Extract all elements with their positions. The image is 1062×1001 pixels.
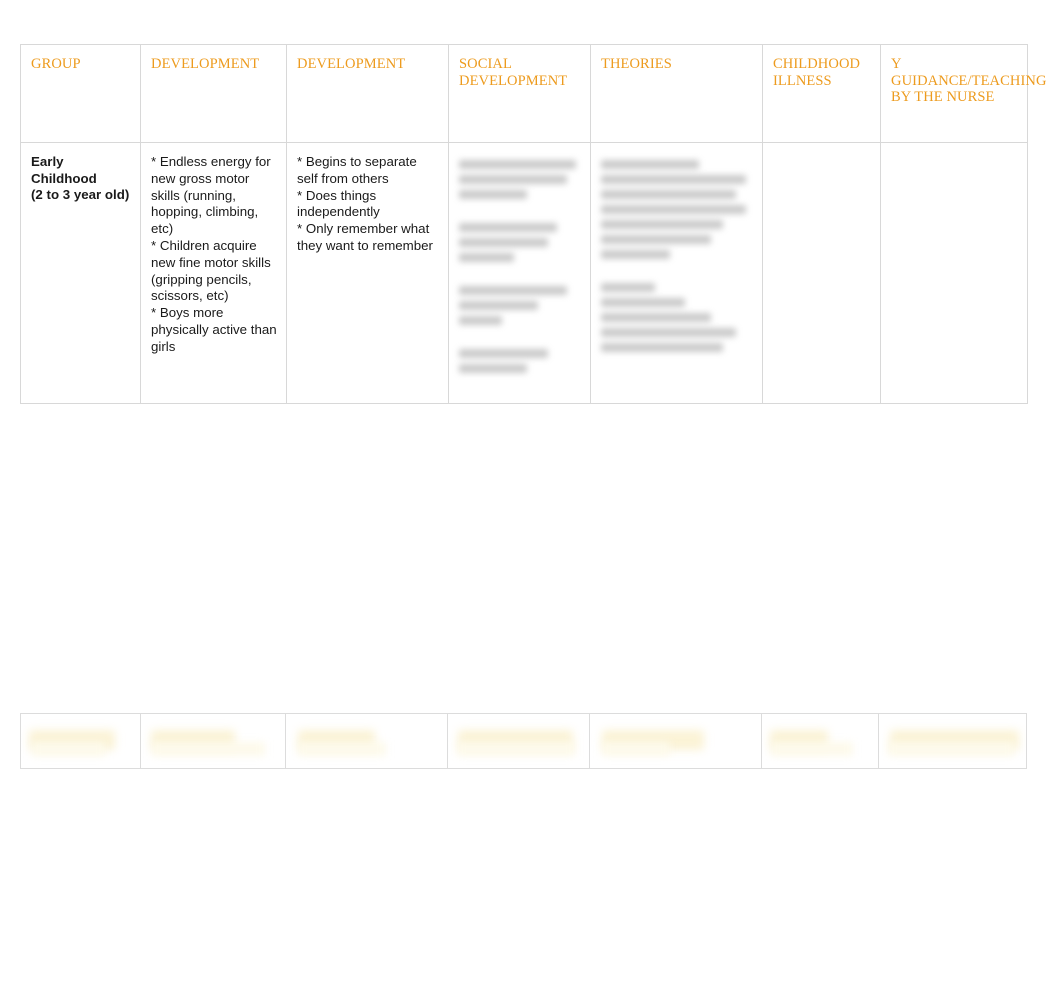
column-header-theories: THEORIES [590,44,763,143]
cell-development-2-text: * Begins to separate self from others * … [297,154,433,253]
column-header-label: DEVELOPMENT [151,56,260,72]
bottom-strip-cell [286,714,449,768]
redacted-highlight [31,742,106,757]
redacted-highlight [888,742,1015,757]
redacted-highlight [152,742,266,757]
cell-childhood-illness [762,142,881,404]
column-header-label: CHILDHOOD ILLNESS [773,56,861,89]
bottom-redacted-strip [20,713,1027,769]
redacted-content-theories [601,149,754,352]
column-header-childhood-illness: CHILDHOOD ILLNESS [762,44,881,143]
bottom-strip-cell [879,714,1026,768]
cell-theories [590,142,763,404]
bottom-strip-grid [21,714,1026,768]
cell-social-development [448,142,591,404]
column-header-group: GROUP [20,44,141,143]
cell-development-2: * Begins to separate self from others * … [286,142,449,404]
column-header-label: DEVELOPMENT [297,56,406,72]
column-header-social-development: SOCIAL DEVELOPMENT [448,44,591,143]
redacted-highlight [456,742,575,757]
table-row: Early Childhood (2 to 3 year old) * Endl… [20,142,1028,404]
cell-guidance-teaching-text [891,149,1019,154]
redacted-highlight [770,742,853,757]
table-header-row: GROUP DEVELOPMENT DEVELOPMENT SOCIAL DEV… [20,44,1047,143]
cell-guidance-teaching [880,142,1028,404]
cell-group-text: Early Childhood (2 to 3 year old) [31,154,130,203]
redacted-highlight [297,742,387,757]
page-root: GROUP DEVELOPMENT DEVELOPMENT SOCIAL DEV… [0,0,1062,1001]
column-header-development-2: DEVELOPMENT [286,44,449,143]
bottom-strip-cell [141,714,287,768]
bottom-strip-cell [448,714,590,768]
growth-development-table: GROUP DEVELOPMENT DEVELOPMENT SOCIAL DEV… [20,44,1047,404]
cell-development-1: * Endless energy for new gross motor ski… [140,142,287,404]
redacted-highlight [601,742,671,757]
column-header-guidance-teaching: Y GUIDANCE/TEACHING BY THE NURSE [880,44,1047,143]
bottom-strip-cell [590,714,762,768]
column-header-development-1: DEVELOPMENT [140,44,287,143]
bottom-strip-cell [762,714,880,768]
cell-childhood-illness-text [773,149,872,154]
column-header-label: SOCIAL DEVELOPMENT [459,56,568,89]
column-header-label: THEORIES [601,56,672,72]
bottom-strip-cell [21,714,141,768]
column-header-label: GROUP [31,56,81,72]
redacted-content-social [459,149,582,373]
column-header-label: Y GUIDANCE/TEACHING BY THE NURSE [891,56,1047,106]
cell-development-1-text: * Endless energy for new gross motor ski… [151,154,277,354]
cell-group: Early Childhood (2 to 3 year old) [20,142,141,404]
